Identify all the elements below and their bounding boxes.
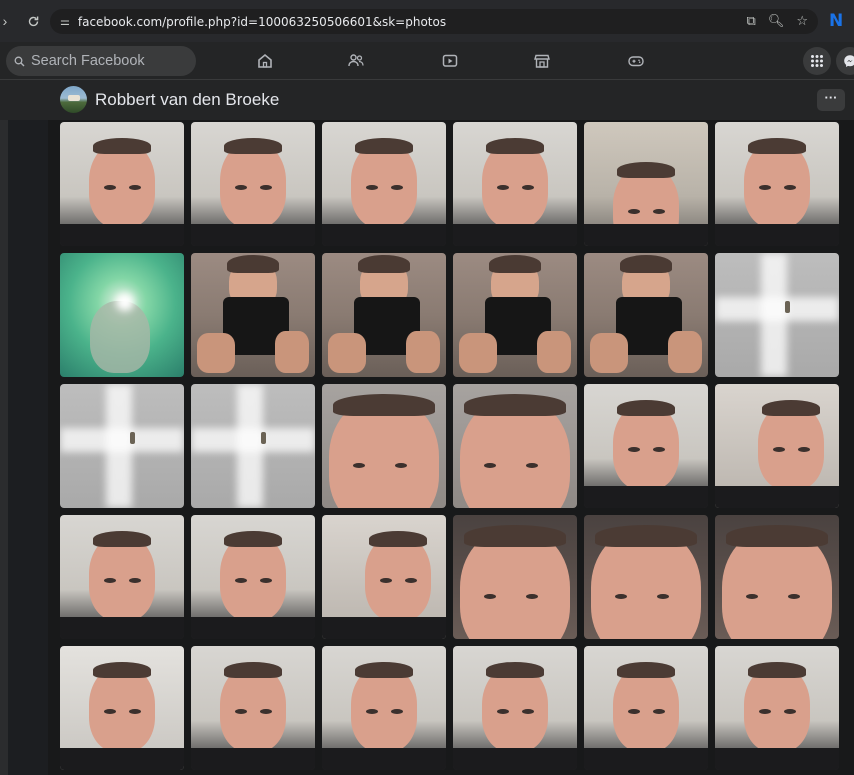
marketplace-icon[interactable] bbox=[531, 50, 553, 72]
photo-thumbnail[interactable] bbox=[60, 646, 184, 770]
photo-thumbnail[interactable] bbox=[584, 384, 708, 508]
photo-thumbnail[interactable] bbox=[453, 253, 577, 377]
facebook-top-nav: Search Facebook bbox=[0, 42, 854, 80]
avatar[interactable] bbox=[60, 86, 87, 113]
photo-thumbnail[interactable] bbox=[453, 122, 577, 246]
site-settings-icon[interactable]: ⚌ bbox=[60, 15, 70, 28]
friends-icon[interactable] bbox=[345, 50, 367, 72]
search-placeholder: Search Facebook bbox=[31, 53, 145, 69]
zoom-icon[interactable]: 🔍︎ bbox=[768, 13, 785, 29]
photo-thumbnail[interactable] bbox=[453, 384, 577, 508]
photo-thumbnail[interactable] bbox=[584, 253, 708, 377]
install-app-icon[interactable]: ⧉ bbox=[747, 13, 756, 29]
home-icon[interactable] bbox=[254, 50, 276, 72]
photo-thumbnail[interactable] bbox=[191, 384, 315, 508]
photo-thumbnail[interactable] bbox=[191, 646, 315, 770]
photo-thumbnail[interactable] bbox=[584, 646, 708, 770]
photo-thumbnail[interactable] bbox=[584, 515, 708, 639]
photo-thumbnail[interactable] bbox=[322, 253, 446, 377]
photo-thumbnail[interactable] bbox=[191, 253, 315, 377]
address-bar[interactable]: ⚌ facebook.com/profile.php?id=1000632505… bbox=[50, 9, 818, 34]
photo-thumbnail[interactable] bbox=[715, 384, 839, 508]
photo-thumbnail[interactable] bbox=[584, 122, 708, 246]
messenger-icon bbox=[844, 55, 854, 67]
menu-grid-button[interactable] bbox=[803, 47, 831, 75]
photo-thumbnail[interactable] bbox=[322, 384, 446, 508]
gaming-icon[interactable] bbox=[625, 50, 647, 72]
photo-thumbnail[interactable] bbox=[60, 515, 184, 639]
photo-thumbnail[interactable] bbox=[322, 122, 446, 246]
browser-toolbar: › ⚌ facebook.com/profile.php?id=10006325… bbox=[0, 0, 854, 42]
bookmark-star-icon[interactable]: ☆ bbox=[796, 13, 808, 29]
reload-icon[interactable] bbox=[22, 10, 44, 32]
url-text: facebook.com/profile.php?id=100063250506… bbox=[77, 14, 447, 29]
photo-thumbnail[interactable] bbox=[453, 646, 577, 770]
more-options-button[interactable]: ··· bbox=[817, 89, 845, 111]
video-icon[interactable] bbox=[439, 50, 461, 72]
left-sidebar bbox=[0, 120, 48, 775]
search-input[interactable]: Search Facebook bbox=[6, 46, 196, 76]
photo-thumbnail[interactable] bbox=[715, 122, 839, 246]
photo-thumbnail[interactable] bbox=[715, 646, 839, 770]
photo-thumbnail[interactable] bbox=[60, 384, 184, 508]
forward-icon[interactable]: › bbox=[0, 10, 16, 32]
messenger-button[interactable] bbox=[836, 47, 854, 75]
photo-thumbnail[interactable] bbox=[453, 515, 577, 639]
photo-thumbnail[interactable] bbox=[60, 253, 184, 377]
extension-icon[interactable]: N bbox=[829, 11, 849, 31]
photo-thumbnail[interactable] bbox=[322, 515, 446, 639]
search-icon bbox=[14, 56, 25, 66]
profile-header: Robbert van den Broeke ··· bbox=[0, 80, 854, 120]
photo-thumbnail[interactable] bbox=[322, 646, 446, 770]
grid-icon bbox=[811, 55, 823, 67]
profile-name[interactable]: Robbert van den Broeke bbox=[95, 90, 279, 110]
photo-thumbnail[interactable] bbox=[715, 253, 839, 377]
photo-thumbnail[interactable] bbox=[191, 122, 315, 246]
photo-thumbnail[interactable] bbox=[60, 122, 184, 246]
photo-thumbnail[interactable] bbox=[191, 515, 315, 639]
photo-thumbnail[interactable] bbox=[715, 515, 839, 639]
